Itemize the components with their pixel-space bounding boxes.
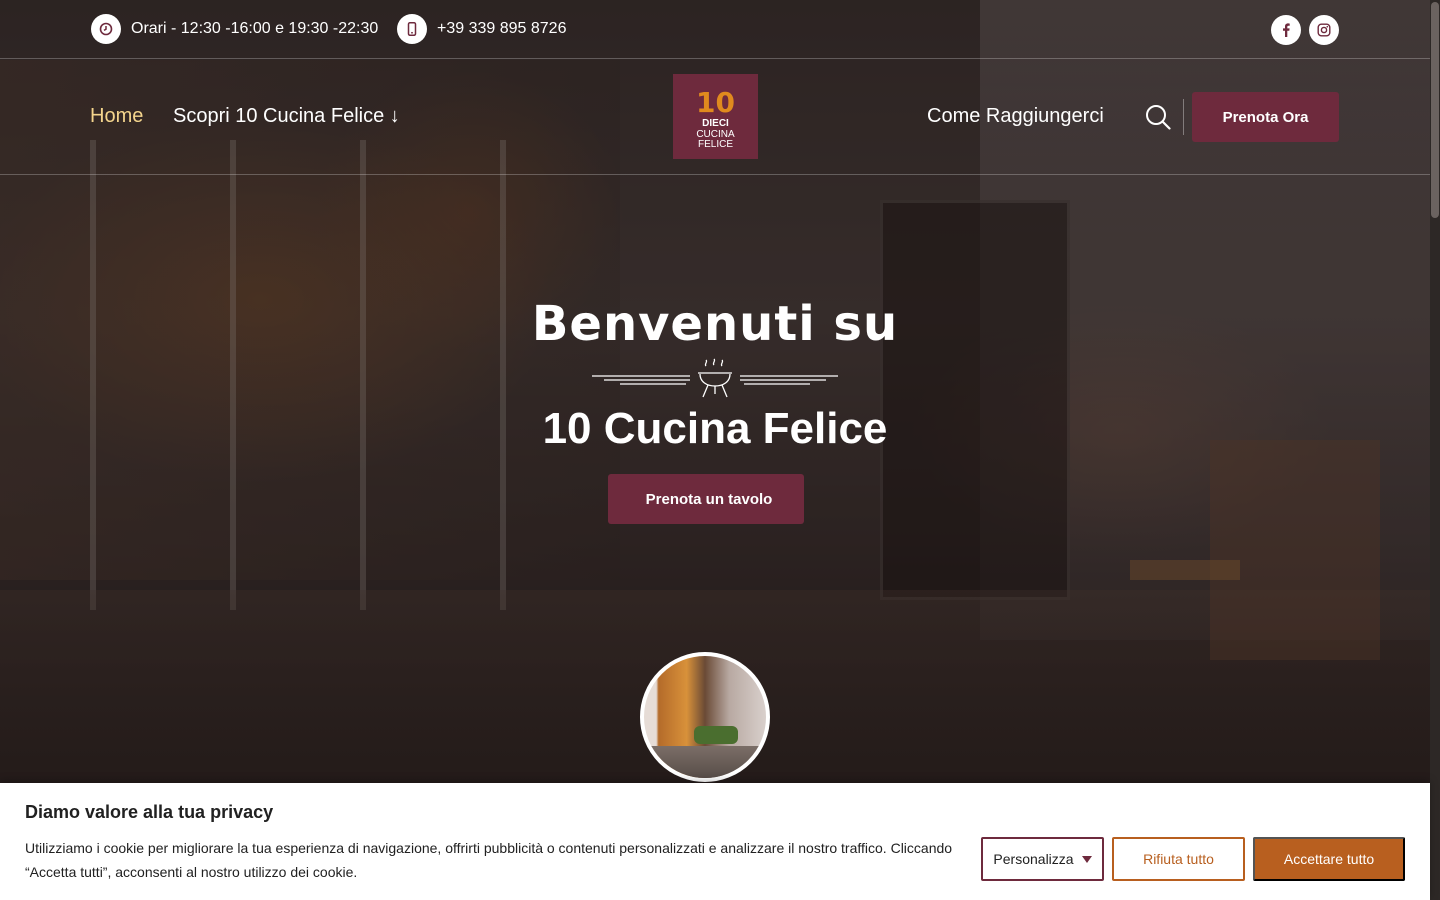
facebook-icon[interactable]	[1271, 15, 1301, 45]
book-table-label: Prenota un tavolo	[645, 490, 773, 508]
main-navigation: Home Scopri 10 Cucina Felice ↓ 10 DIECI …	[0, 59, 1430, 175]
search-icon[interactable]	[1144, 103, 1172, 131]
logo-number: 10	[696, 86, 735, 120]
page-scrollbar[interactable]	[1430, 0, 1440, 900]
opening-hours: Orari - 12:30 -16:00 e 19:30 -22:30	[91, 14, 378, 44]
book-table-button[interactable]: Prenota un tavolo	[608, 474, 804, 524]
book-now-button[interactable]: Prenota Ora	[1192, 92, 1339, 142]
top-info-bar: Orari - 12:30 -16:00 e 19:30 -22:30 +39 …	[0, 0, 1430, 59]
scrollbar-thumb[interactable]	[1431, 2, 1439, 218]
reject-all-button[interactable]: Rifiuta tutto	[1112, 837, 1245, 881]
nav-item-directions[interactable]: Come Raggiungerci	[927, 105, 1104, 128]
caret-down-icon	[1081, 855, 1092, 863]
opening-hours-text: Orari - 12:30 -16:00 e 19:30 -22:30	[131, 20, 379, 37]
nav-item-home[interactable]: Home	[90, 105, 143, 128]
phone-contact[interactable]: +39 339 895 8726	[397, 14, 566, 44]
cookie-title: Diamo valore alla tua privacy	[25, 802, 274, 822]
mobile-phone-icon	[397, 14, 427, 44]
cookie-consent-banner: Diamo valore alla tua privacy Utilizziam…	[0, 783, 1430, 900]
nav-item-discover[interactable]: Scopri 10 Cucina Felice ↓	[173, 105, 400, 128]
phone-number[interactable]: +39 339 895 8726	[437, 20, 566, 38]
clock-icon	[91, 14, 121, 44]
accept-all-button[interactable]: Accettare tutto	[1253, 837, 1405, 881]
nav-divider	[1183, 99, 1184, 135]
customize-cookies-button[interactable]: Personalizza	[981, 837, 1104, 881]
site-logo[interactable]: 10 DIECI CUCINA FELICE	[673, 74, 758, 159]
instagram-icon[interactable]	[1309, 15, 1339, 45]
cookie-text: Utilizziamo i cookie per migliorare la t…	[25, 840, 953, 880]
hero-subtitle: 10 Cucina Felice	[542, 404, 888, 453]
logo-line-3: FELICE	[697, 138, 733, 150]
hero-title: Benvenuti su	[531, 296, 899, 352]
grill-divider-icon	[592, 358, 838, 398]
customize-label: Personalizza	[993, 851, 1074, 867]
restaurant-thumbnail	[640, 652, 770, 782]
